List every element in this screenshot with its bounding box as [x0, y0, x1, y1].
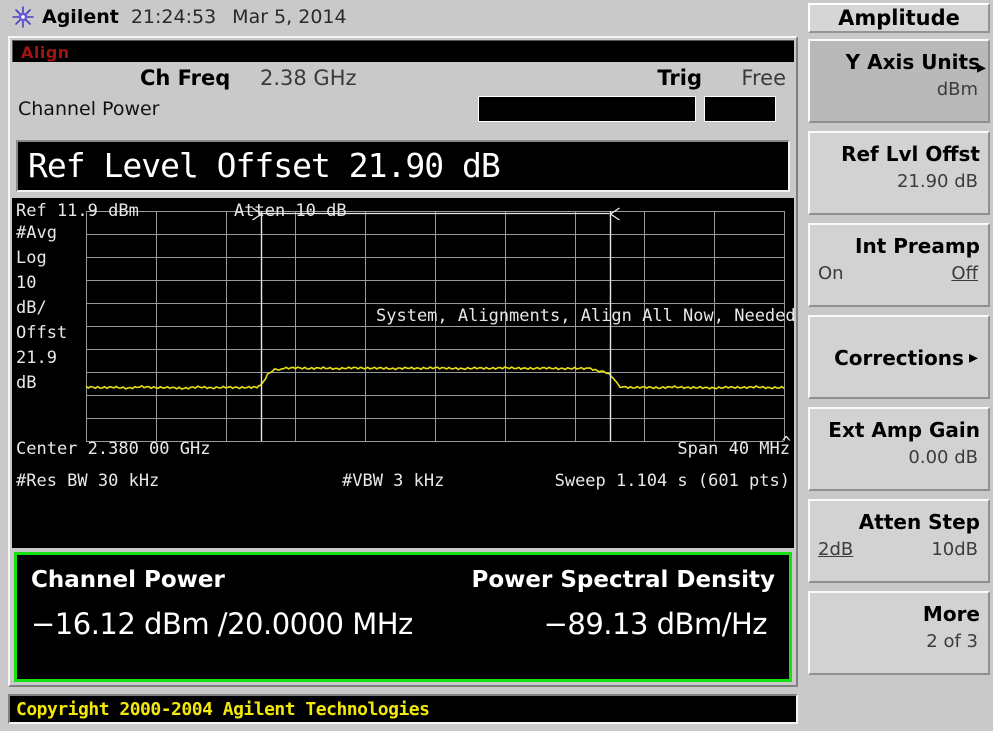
spectrum-graph[interactable]: Ref 11.9 dBm Atten 10 dB #Avg Log 10 dB/Off… [12, 198, 794, 548]
submenu-arrow-icon: ▸ [976, 57, 986, 78]
softkey-panel: Amplitude Y Axis Units ▸ dBm Ref Lvl Offst 2… [805, 0, 993, 731]
atten-label: Atten 10 dB [234, 201, 347, 221]
softkey-ref-lvl-offst[interactable]: Ref Lvl Offst 21.90 dB [808, 131, 990, 215]
softkey-value-right: 21.90 dB [896, 171, 978, 192]
softkey-value-left: 2dB [818, 539, 854, 560]
softkey-y-axis-units[interactable]: Y Axis Units ▸ dBm [808, 39, 990, 123]
graph-annotation: Log [16, 248, 47, 268]
psd-heading: Power Spectral Density [471, 567, 776, 593]
graph-annotation: dB/ [16, 298, 47, 318]
clock-label: 21:24:53 [130, 6, 217, 28]
status-band: Align [12, 40, 794, 62]
softkey-label: Ref Lvl Offst [841, 142, 980, 166]
softkey-label: Y Axis Units [845, 50, 980, 74]
copyright-text: Copyright 2000-2004 Agilent Technologies [16, 699, 430, 720]
active-function-text: Ref Level Offset 21.90 dB [28, 146, 501, 185]
softkey-label: More [922, 602, 980, 626]
softkey-menu-title-label: Amplitude [838, 6, 960, 30]
softkey-value-right: 0.00 dB [908, 447, 978, 468]
softkey-label: Corrections [834, 346, 964, 370]
softkey-label: Int Preamp [855, 234, 980, 258]
softkey-label: Ext Amp Gain [828, 418, 980, 442]
ch-freq-label: Ch Freq [140, 66, 231, 90]
ch-freq-value: 2.38 GHz [260, 66, 357, 90]
softkey-atten-step[interactable]: Atten Step 10dB 2dB [808, 499, 990, 583]
date-label: Mar 5, 2014 [232, 6, 347, 28]
spectrum-analyzer-screen: Agilent 21:24:53 Mar 5, 2014 Align Ch Fr… [0, 0, 993, 731]
settings-row: Ch Freq 2.38 GHz Trig Free Channel Power [12, 64, 794, 136]
channel-power-heading: Channel Power [31, 567, 225, 593]
agilent-starburst-icon [10, 4, 36, 30]
span-label: Span 40 MHz [677, 439, 790, 459]
softkey-value-right: Off [951, 263, 978, 284]
span-caret-icon: ^ [781, 433, 791, 452]
softkey-menu-title: Amplitude [808, 3, 990, 33]
status-field-primary [478, 96, 696, 122]
submenu-arrow-icon: ▸ [968, 347, 978, 368]
softkey-value-right: 2 of 3 [926, 631, 978, 652]
graph-annotation: dB [16, 373, 36, 393]
trigger-value: Free [741, 66, 786, 90]
graph-canvas: Ref 11.9 dBm Atten 10 dB #Avg Log 10 dB/Off… [12, 198, 794, 548]
psd-value: −89.13 dBm/Hz [543, 607, 768, 641]
softkey-corrections[interactable]: Corrections ▸ [808, 315, 990, 399]
softkey-value-left: On [818, 263, 844, 284]
center-freq-label: Center 2.380 00 GHz [16, 439, 210, 459]
vbw-label: #VBW 3 kHz [342, 471, 444, 491]
overlay-message: System, Alignments, Align All Now, Neede… [376, 306, 794, 326]
graph-annotation: #Avg [16, 223, 57, 243]
graph-annotation: 21.9 [16, 348, 57, 368]
softkey-value-right: dBm [936, 79, 978, 100]
status-field-secondary [704, 96, 776, 122]
measurement-name: Channel Power [18, 98, 160, 120]
softkey-ext-amp-gain[interactable]: Ext Amp Gain 0.00 dB [808, 407, 990, 491]
instrument-display: Align Ch Freq 2.38 GHz Trig Free Channel… [8, 36, 798, 687]
graph-annotation: Offst [16, 323, 67, 343]
channel-power-value: −16.12 dBm /20.0000 MHz [31, 607, 413, 641]
graph-annotation: 10 [16, 273, 36, 293]
measurement-result-box: Channel Power Power Spectral Density −16… [14, 552, 792, 682]
softkey-value-right: 10dB [931, 539, 978, 560]
active-function-entry[interactable]: Ref Level Offset 21.90 dB [16, 140, 790, 192]
copyright-bar: Copyright 2000-2004 Agilent Technologies [8, 694, 798, 724]
softkey-more[interactable]: More 2 of 3 [808, 591, 990, 675]
softkey-int-preamp[interactable]: Int Preamp Off On [808, 223, 990, 307]
title-bar: Agilent 21:24:53 Mar 5, 2014 [0, 0, 805, 34]
res-bw-label: #Res BW 30 kHz [16, 471, 159, 491]
brand-label: Agilent [42, 6, 119, 28]
align-status-indicator: Align [21, 43, 70, 62]
softkey-label: Atten Step [858, 510, 980, 534]
ref-level-label: Ref 11.9 dBm [16, 201, 139, 221]
sweep-label: Sweep 1.104 s (601 pts) [555, 471, 790, 491]
trigger-label: Trig [657, 66, 702, 90]
